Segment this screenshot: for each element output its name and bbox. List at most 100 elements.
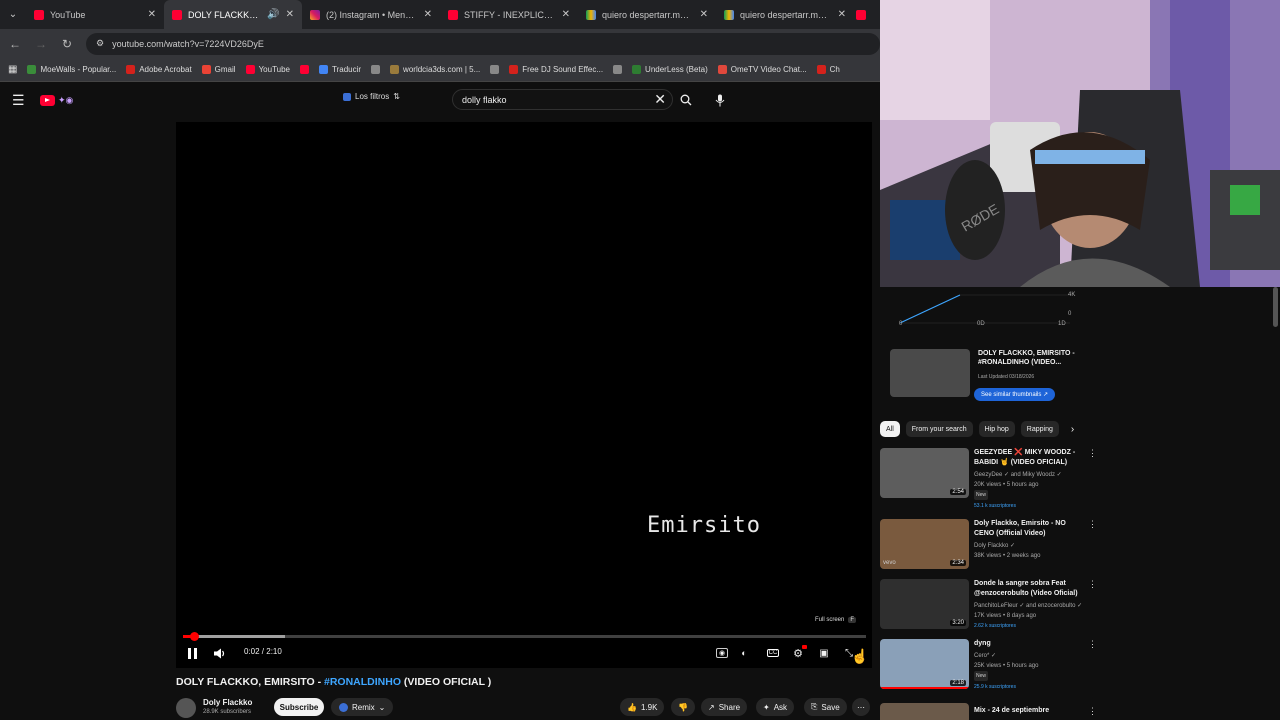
autoplay-icon: ◐ [741, 648, 747, 658]
new-badge: New [974, 671, 989, 681]
bookmark[interactable]: worldcia3ds.com | 5... [390, 65, 480, 74]
more-vert-icon[interactable]: ⋮ [1088, 448, 1097, 459]
chip-all[interactable]: All [880, 421, 900, 437]
voice-search-button[interactable] [710, 90, 730, 110]
scrollbar[interactable] [1273, 287, 1278, 327]
bookmarks-bar: ▦ MoeWalls - Popular... Adobe Acrobat Gm… [0, 58, 880, 82]
captions-button[interactable]: CC [764, 644, 782, 662]
chip-hip-hop[interactable]: Hip hop [978, 421, 1015, 437]
ask-button[interactable]: ✦ Ask [756, 698, 795, 716]
save-button[interactable]: ⎘ Save [804, 698, 847, 716]
scrubber-handle[interactable] [189, 632, 199, 641]
video-title: Doly Flackko, Emirsito - NO CENO (Offici… [974, 520, 1066, 537]
chart-y-max: 4K [1068, 292, 1076, 298]
tab-title: YouTube [50, 9, 86, 20]
bookmark[interactable]: YouTube [245, 65, 290, 74]
recommended-video[interactable]: 2:54 GEEZYDEE ❌ MIKY WOODZ - BABIDI 🤘 (V… [880, 448, 1097, 509]
more-vert-icon[interactable]: ⋮ [1088, 639, 1097, 650]
bookmark[interactable]: MoeWalls - Popular... [27, 65, 116, 74]
share-button[interactable]: ↗ Share [701, 698, 748, 716]
video-player[interactable] [176, 122, 872, 668]
more-actions-button[interactable]: ⋯ [852, 698, 870, 716]
autoplay-toggle[interactable]: ◐ [735, 644, 753, 662]
menu-icon[interactable]: ☰ [12, 92, 25, 109]
close-tab-icon[interactable]: ✕ [700, 9, 708, 20]
bookmark-label: OmeTV Video Chat... [730, 65, 807, 74]
close-tab-icon[interactable]: ✕ [286, 9, 294, 20]
dislike-button[interactable]: 👎 [671, 698, 695, 716]
tab-drive-2[interactable]: quiero despertarr.mp3 - G ✕ [716, 0, 854, 29]
chip-from-search[interactable]: From your search [905, 421, 973, 437]
tab-search-icon[interactable]: ⌄ [0, 0, 26, 29]
share-icon: ↗ [708, 702, 715, 712]
search-input[interactable]: dolly flakko ✕ [452, 89, 673, 110]
chevron-right-icon[interactable]: › [1071, 424, 1074, 435]
see-similar-button[interactable]: See similar thumbnails ↗ [974, 388, 1056, 401]
site-info-icon[interactable]: ⚙ [96, 38, 104, 49]
bookmark[interactable] [490, 65, 500, 74]
bookmark[interactable]: UnderLess (Beta) [632, 65, 708, 74]
close-tab-icon[interactable]: ✕ [838, 9, 846, 20]
globe-icon [371, 65, 381, 74]
reload-icon[interactable]: ↻ [60, 37, 74, 51]
bookmark[interactable]: Free DJ Sound Effec... [509, 65, 603, 74]
bookmark[interactable]: Adobe Acrobat [126, 65, 192, 74]
close-tab-icon[interactable]: ✕ [424, 9, 432, 20]
filters-button[interactable]: Los filtros ⇅ [343, 92, 400, 101]
tab-drive-1[interactable]: quiero despertarr.mp3 - G ✕ [578, 0, 716, 29]
tab-overflow[interactable] [854, 0, 870, 29]
bookmark[interactable]: Ch [816, 65, 840, 74]
bookmark[interactable]: Traducir [319, 65, 361, 74]
chip-rapping[interactable]: Rapping [1020, 421, 1059, 437]
youtube-favicon-icon [856, 9, 866, 20]
fullscreen-tooltip: Full screen F [815, 617, 857, 623]
tab-instagram[interactable]: (2) Instagram • Mensajes ✕ [302, 0, 440, 29]
more-vert-icon[interactable]: ⋮ [1088, 706, 1095, 717]
apps-icon[interactable]: ▦ [8, 64, 17, 75]
tab-title: quiero despertarr.mp3 - G [602, 9, 694, 20]
bookmark[interactable] [300, 65, 309, 74]
youtube-logo[interactable]: ✦◉ [40, 93, 88, 107]
bookmark[interactable] [371, 65, 381, 74]
remix-button[interactable]: Remix ⌄ [331, 698, 394, 716]
tab-current-video[interactable]: DOLY FLACKKO, EMIRSITO 🔊 ✕ [164, 0, 302, 29]
hashtag-link[interactable]: #RONALDINHO [324, 676, 401, 688]
tab-youtube[interactable]: YouTube ✕ [26, 0, 164, 29]
like-button[interactable]: 👍 1.9K [620, 698, 665, 716]
settings-button[interactable]: ⚙ [789, 644, 807, 662]
bookmark[interactable] [613, 65, 623, 74]
more-vert-icon[interactable]: ⋮ [1088, 519, 1097, 530]
recommended-video[interactable]: vevo 2:34 Doly Flackko, Emirsito - NO CE… [880, 519, 1097, 579]
search-button[interactable] [676, 89, 696, 110]
video-title: Mix - 24 de septiembre [974, 707, 1050, 714]
ai-summary-button[interactable]: ◉ [713, 644, 731, 662]
forward-icon[interactable]: → [34, 37, 48, 51]
volume-button[interactable] [211, 644, 229, 662]
progress-bar[interactable] [183, 632, 866, 641]
miniplayer-button[interactable]: ▣ [815, 644, 833, 662]
clear-search-icon[interactable]: ✕ [654, 91, 666, 108]
pause-button[interactable] [183, 644, 201, 662]
tab-stiffy[interactable]: STIFFY - INEXPLICABLE (V ✕ [440, 0, 578, 29]
address-bar[interactable]: ⚙ youtube.com/watch?v=7224VD26DyE [86, 32, 880, 55]
more-vert-icon[interactable]: ⋮ [1088, 579, 1097, 590]
ask-label: Ask [773, 702, 788, 712]
subscribe-button[interactable]: Subscribe [274, 698, 324, 716]
video-stats: 17K views • 8 days ago [974, 613, 1037, 619]
recommended-mix[interactable]: Mix - 24 de septiembre ⋮ [880, 703, 1095, 720]
close-tab-icon[interactable]: ✕ [148, 9, 156, 20]
channel-name[interactable]: Doly Flackko [203, 698, 252, 707]
video-channel: PanchitoLeFleur ✓ and enzocerobulto ✓ [974, 603, 1083, 609]
bookmark[interactable]: Gmail [201, 65, 236, 74]
back-icon[interactable]: ← [8, 37, 22, 51]
bookmark[interactable]: OmeTV Video Chat... [717, 65, 807, 74]
chart-tick: 1D [1058, 321, 1066, 327]
recommended-video[interactable]: 2:18 dyng Cero* ✓ 25K views • 5 hours ag… [880, 639, 1097, 699]
close-tab-icon[interactable]: ✕ [562, 9, 570, 20]
recommended-video[interactable]: 3:20 Donde la sangre sobra Feat @enzocer… [880, 579, 1097, 639]
similar-thumbnail-image[interactable] [890, 349, 970, 397]
speaker-icon[interactable]: 🔊 [267, 9, 279, 20]
channel-avatar[interactable] [176, 698, 196, 718]
video-caption: Emirsito [647, 513, 761, 538]
video-stats: 38K views • 2 weeks ago [974, 553, 1041, 559]
